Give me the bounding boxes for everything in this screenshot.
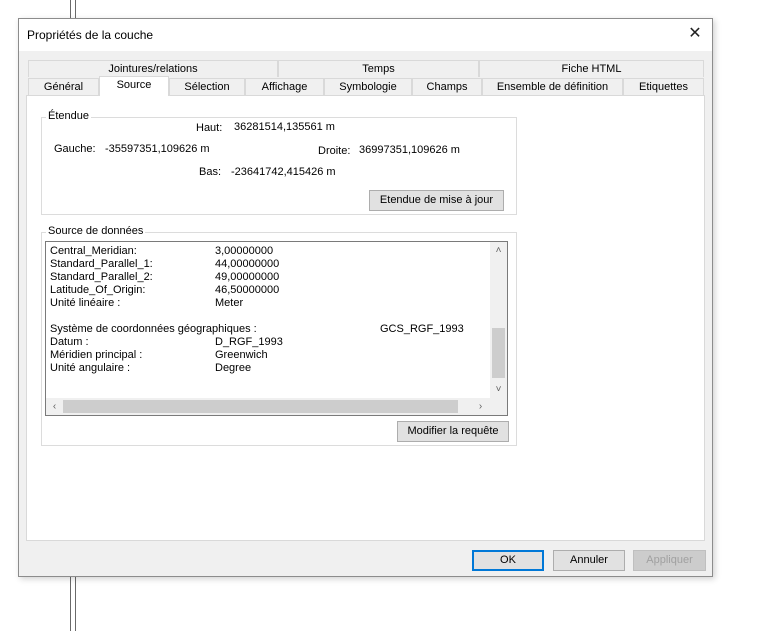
gauche-label: Gauche: bbox=[54, 143, 96, 155]
list-item-key: Standard_Parallel_1: bbox=[50, 258, 153, 270]
list-item-key: Unité angulaire : bbox=[50, 362, 131, 374]
cancel-button[interactable]: Annuler bbox=[553, 550, 625, 571]
tab-symbologie[interactable]: Symbologie bbox=[324, 78, 412, 95]
tab-label: Fiche HTML bbox=[561, 63, 622, 75]
horizontal-scrollbar[interactable]: ‹ › bbox=[46, 398, 490, 415]
tab-jointures-relations[interactable]: Jointures/relations bbox=[28, 60, 278, 77]
tab-label: Jointures/relations bbox=[108, 63, 198, 75]
tab-fiche-html[interactable]: Fiche HTML bbox=[479, 60, 704, 77]
apply-button: Appliquer bbox=[633, 550, 706, 571]
list-item-key: Central_Meridian: bbox=[50, 245, 137, 257]
chevron-left-icon[interactable]: ‹ bbox=[46, 398, 63, 415]
extent-group: Étendue Haut: 36281514,135561 m Gauche: … bbox=[41, 110, 517, 215]
update-extent-button[interactable]: Etendue de mise à jour bbox=[369, 190, 504, 211]
chevron-down-icon[interactable]: ˅ bbox=[490, 381, 507, 398]
bas-label: Bas: bbox=[199, 166, 222, 178]
tab-affichage[interactable]: Affichage bbox=[245, 78, 324, 95]
list-item-value: 3,00000000 bbox=[215, 245, 274, 257]
list-item-value: Greenwich bbox=[215, 349, 268, 361]
title-bar: Propriétés de la couche ✕ bbox=[19, 19, 712, 51]
tab-general[interactable]: Général bbox=[28, 78, 99, 95]
bas-value: -23641742,415426 m bbox=[231, 166, 336, 178]
tab-label: Général bbox=[43, 81, 84, 93]
haut-label: Haut: bbox=[196, 122, 223, 134]
vertical-scrollbar[interactable]: ˄ ˅ bbox=[490, 242, 507, 398]
tab-champs[interactable]: Champs bbox=[412, 78, 482, 95]
tab-label: Sélection bbox=[184, 81, 230, 93]
tab-ensemble-de-definition[interactable]: Ensemble de définition bbox=[482, 78, 623, 95]
list-item-key: Système de coordonnées géographiques : bbox=[50, 323, 257, 335]
tab-panel-source: Étendue Haut: 36281514,135561 m Gauche: … bbox=[26, 95, 705, 541]
list-item-key: Latitude_Of_Origin: bbox=[50, 284, 146, 296]
droite-label: Droite: bbox=[318, 145, 351, 157]
datasource-group: Source de données Central_Meridian: 3,00… bbox=[41, 225, 517, 446]
dialog-title: Propriétés de la couche bbox=[27, 28, 154, 42]
modify-query-button[interactable]: Modifier la requête bbox=[397, 421, 509, 442]
list-item-value: Degree bbox=[215, 362, 252, 374]
list-item-value: 44,00000000 bbox=[215, 258, 280, 270]
gauche-value: -35597351,109626 m bbox=[105, 143, 210, 155]
datasource-group-label: Source de données bbox=[46, 225, 146, 237]
extent-group-label: Étendue bbox=[46, 110, 91, 122]
list-item-key: Unité linéaire : bbox=[50, 297, 121, 309]
haut-value: 36281514,135561 m bbox=[234, 121, 335, 133]
ok-button[interactable]: OK bbox=[472, 550, 544, 571]
tab-etiquettes[interactable]: Etiquettes bbox=[623, 78, 704, 95]
tab-source[interactable]: Source bbox=[99, 76, 169, 96]
scroll-corner bbox=[490, 398, 507, 415]
tab-selection[interactable]: Sélection bbox=[169, 78, 245, 95]
list-item-value: 46,50000000 bbox=[215, 284, 280, 296]
list-item-key: Standard_Parallel_2: bbox=[50, 271, 153, 283]
list-item-key: Méridien principal : bbox=[50, 349, 143, 361]
list-item-value: GCS_RGF_1993 bbox=[380, 323, 464, 335]
droite-value: 36997351,109626 m bbox=[359, 144, 460, 156]
list-item-value: 49,00000000 bbox=[215, 271, 280, 283]
close-icon[interactable]: ✕ bbox=[678, 19, 712, 51]
tab-label: Symbologie bbox=[339, 81, 397, 93]
tab-label: Affichage bbox=[261, 81, 308, 93]
tab-label: Ensemble de définition bbox=[496, 81, 609, 93]
horizontal-scroll-thumb[interactable] bbox=[63, 400, 458, 413]
tab-label: Champs bbox=[426, 81, 468, 93]
list-item-key: Datum : bbox=[50, 336, 89, 348]
tab-label: Temps bbox=[362, 63, 395, 75]
tab-label: Etiquettes bbox=[639, 81, 688, 93]
list-item-value: Meter bbox=[215, 297, 244, 309]
layer-properties-dialog: Propriétés de la couche ✕ Jointures/rela… bbox=[18, 18, 713, 577]
vertical-scroll-thumb[interactable] bbox=[492, 328, 505, 378]
chevron-right-icon[interactable]: › bbox=[472, 398, 489, 415]
tab-label: Source bbox=[116, 79, 152, 91]
datasource-listbox[interactable]: Central_Meridian: 3,00000000 Standard_Pa… bbox=[45, 241, 508, 416]
list-item-value: D_RGF_1993 bbox=[215, 336, 283, 348]
tab-temps[interactable]: Temps bbox=[278, 60, 479, 77]
chevron-up-icon[interactable]: ˄ bbox=[490, 242, 507, 259]
